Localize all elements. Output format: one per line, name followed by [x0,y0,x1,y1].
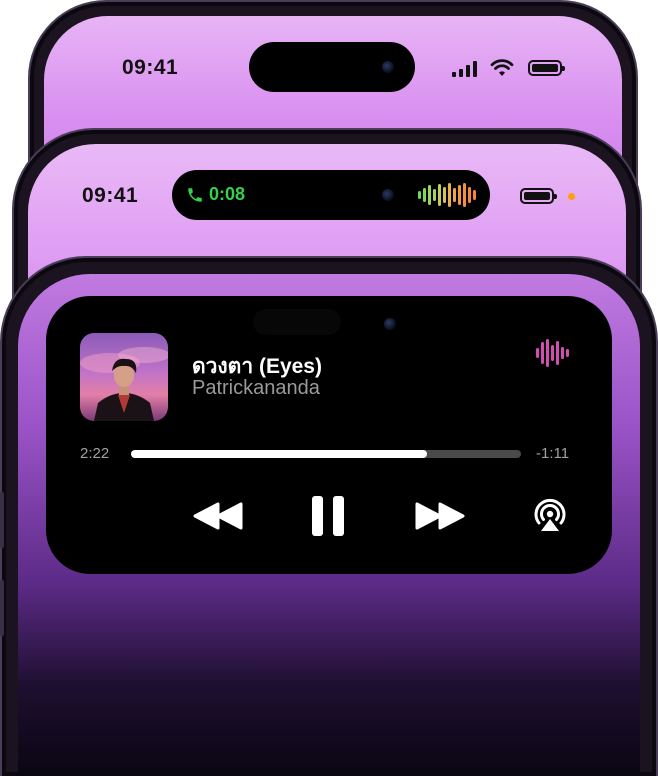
pause-icon [312,496,344,536]
dynamic-island-call[interactable]: 0:08 [172,170,490,220]
phone-icon [188,188,202,202]
status-time: 09:41 [122,56,179,79]
battery-icon [528,60,565,76]
rewind-button[interactable] [192,500,244,532]
front-camera [382,189,394,201]
front-camera [382,61,394,73]
cellular-signal-icon [452,61,477,77]
progress-scrubber[interactable] [131,450,521,458]
airplay-button[interactable] [532,498,568,534]
dynamic-island[interactable] [249,42,415,92]
audio-waveform-icon [418,182,476,208]
privacy-indicator-dot [568,193,575,200]
progress-fill [131,450,428,458]
rewind-icon [193,502,243,530]
volume-button [0,580,4,636]
status-time: 09:41 [82,184,139,207]
sensor-housing [253,309,341,335]
front-camera [384,318,396,330]
fast-forward-icon [415,502,465,530]
remaining-time: -1:11 [536,445,570,462]
elapsed-time: 2:22 [80,445,110,462]
airplay-audio-icon [534,498,566,531]
track-artist: Patrickananda [192,377,320,399]
artist-portrait [80,347,168,421]
fast-forward-button[interactable] [414,500,466,532]
pause-button[interactable] [310,494,346,538]
album-artwork[interactable] [80,333,168,421]
wifi-icon [490,59,514,76]
audio-waveform-icon [536,338,569,368]
volume-button [0,492,4,548]
call-timer: 0:08 [209,184,246,204]
battery-icon [520,188,557,204]
